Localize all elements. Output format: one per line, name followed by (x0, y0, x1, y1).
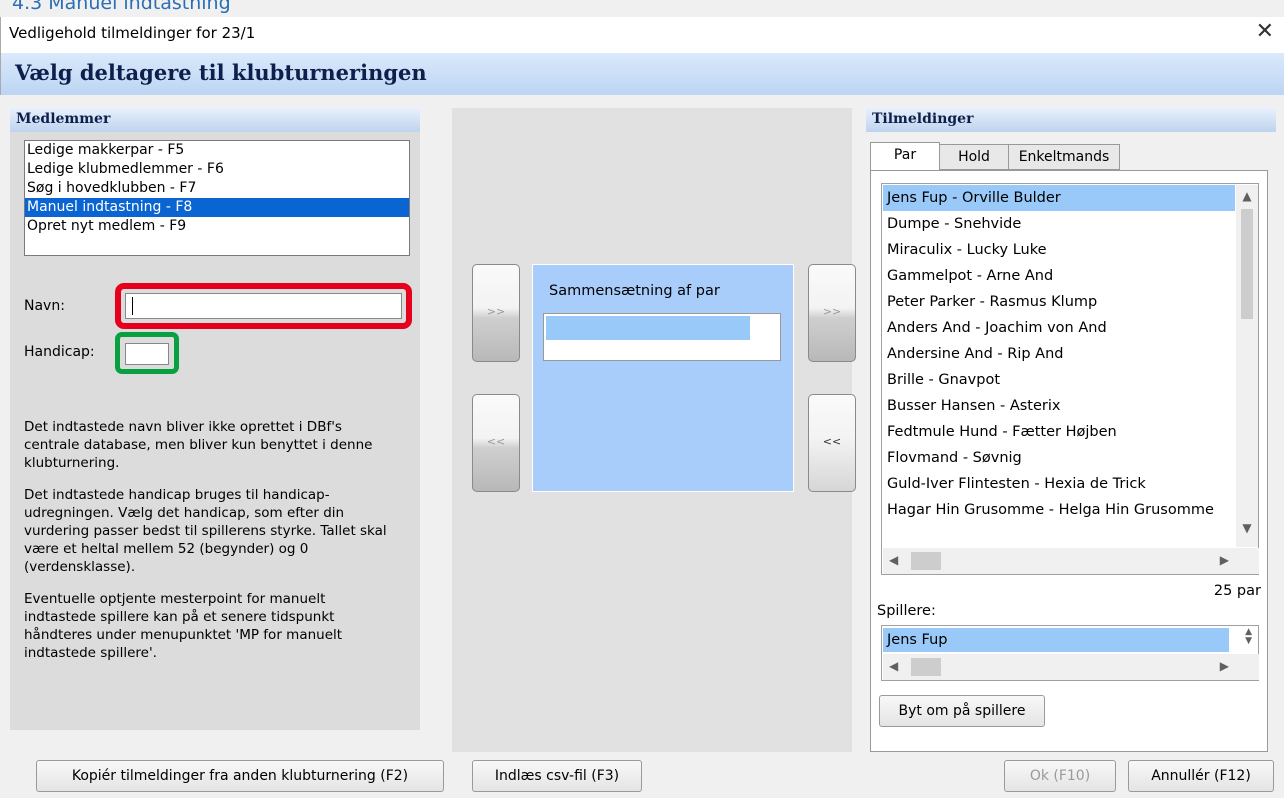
pairs-vscrollbar[interactable]: ▲ ▼ (1236, 185, 1258, 547)
help-text: Det indtastede navn bliver ikke oprettet… (24, 418, 396, 676)
pair-remove-label: << (822, 435, 842, 448)
members-source-item-selected[interactable]: Manuel indtastning - F8 (25, 198, 409, 217)
players-hscroll-thumb[interactable] (911, 658, 941, 676)
pair-composition-box: Sammensætning af par (532, 264, 794, 492)
pair-item[interactable]: Miraculix - Lucky Luke (883, 237, 1235, 263)
pair-item[interactable]: Fedtmule Hund - Fætter Højben (883, 419, 1235, 445)
pair-add-label: >> (822, 305, 842, 318)
handicap-input[interactable] (125, 343, 169, 365)
members-source-item[interactable]: Ledige klubmedlemmer - F6 (25, 160, 409, 179)
players-label: Spillere: (877, 603, 936, 619)
pair-remove-button[interactable]: << (808, 394, 856, 492)
swap-players-button[interactable]: Byt om på spillere (879, 695, 1045, 727)
pair-composition-title: Sammensætning af par (549, 283, 720, 299)
members-source-item[interactable]: Ledige makkerpar - F5 (25, 141, 409, 160)
scroll-down-icon[interactable]: ▼ (1236, 521, 1258, 535)
handicap-label: Handicap: (24, 344, 95, 360)
players-scroll-right-icon[interactable]: ▶ (1220, 659, 1229, 673)
import-csv-button[interactable]: Indlæs csv-fil (F3) (472, 760, 642, 792)
text-cursor (132, 297, 133, 315)
players-spin-icon[interactable]: ▲ ▼ (1245, 628, 1252, 646)
handicap-highlight-frame (115, 332, 179, 374)
members-source-list[interactable]: Ledige makkerpar - F5 Ledige klubmedlemm… (24, 140, 410, 256)
dialog-heading: Vælg deltagere til klubturneringen (15, 60, 427, 85)
scroll-thumb[interactable] (1241, 209, 1253, 319)
pair-item[interactable]: Peter Parker - Rasmus Klump (883, 289, 1235, 315)
close-icon[interactable]: ✕ (1256, 19, 1274, 44)
players-hscrollbar[interactable]: ◀ ▶ (883, 654, 1259, 680)
help-paragraph-masterpoints: Eventuelle optjente mesterpoint for manu… (24, 591, 343, 661)
hscroll-thumb[interactable] (911, 552, 941, 570)
pair-item[interactable]: Anders And - Joachim von And (883, 315, 1235, 341)
registrations-tabs: Par Hold Enkeltmands Jens Fup - Orville … (870, 142, 1268, 752)
members-source-item[interactable]: Opret nyt medlem - F9 (25, 217, 409, 236)
window-titlebar: Vedligehold tilmeldinger for 23/1 ✕ (0, 17, 1284, 53)
tab-enkeltmands[interactable]: Enkeltmands (1008, 144, 1120, 170)
page-crumb: 4.3 Manuel indtastning (12, 0, 231, 14)
ok-button[interactable]: Ok (F10) (1004, 760, 1116, 792)
move-left-button[interactable]: << (472, 394, 520, 492)
tab-hold[interactable]: Hold (939, 144, 1009, 170)
footer-bar: Kopiér tilmeldinger fra anden klubturner… (0, 752, 1284, 798)
scroll-up-icon[interactable]: ▲ (1236, 189, 1258, 203)
pair-item[interactable]: Brille - Gnavpot (883, 367, 1235, 393)
move-right-label: >> (486, 305, 506, 318)
pair-add-button[interactable]: >> (808, 264, 856, 362)
player-item-selected[interactable]: Jens Fup (883, 628, 1229, 652)
move-right-button[interactable]: >> (472, 264, 520, 362)
pair-item[interactable]: Andersine And - Rip And (883, 341, 1235, 367)
help-paragraph-name: Det indtastede navn bliver ikke oprettet… (24, 419, 373, 471)
players-scroll-left-icon[interactable]: ◀ (889, 659, 898, 673)
members-source-item[interactable]: Søg i hovedklubben - F7 (25, 179, 409, 198)
pair-item[interactable]: Guld-Iver Flintesten - Hexia de Trick (883, 471, 1235, 497)
pairs-list-viewport: Jens Fup - Orville Bulder Dumpe - Snehvi… (883, 185, 1235, 545)
registrations-panel: Tilmeldinger Par Hold Enkeltmands Jens F… (866, 108, 1276, 752)
pair-player-slot[interactable] (546, 316, 750, 340)
members-panel: Medlemmer Ledige makkerpar - F5 Ledige k… (10, 108, 420, 730)
pair-count: 25 par (1213, 583, 1261, 599)
copy-registrations-button[interactable]: Kopiér tilmeldinger fra anden klubturner… (36, 760, 444, 792)
move-left-label: << (486, 435, 506, 448)
dialog-header: Vælg deltagere til klubturneringen (0, 53, 1284, 95)
pair-item[interactable]: Hagar Hin Grusomme - Helga Hin Grusomme (883, 497, 1235, 523)
cancel-button[interactable]: Annullér (F12) (1128, 760, 1274, 792)
name-label: Navn: (24, 298, 65, 314)
tab-par[interactable]: Par (870, 142, 940, 172)
name-highlight-frame (115, 283, 412, 329)
window-title: Vedligehold tilmeldinger for 23/1 (9, 24, 256, 42)
pair-item[interactable]: Gammelpot - Arne And (883, 263, 1235, 289)
pairs-hscrollbar[interactable]: ◀ ▶ (883, 548, 1259, 574)
players-list[interactable]: Jens Fup ▲ ▼ ◀ ▶ (881, 625, 1259, 681)
pair-player-list[interactable] (543, 313, 781, 361)
pairing-panel: >> << Sammensætning af par >> << (452, 108, 856, 752)
registrations-section-title: Tilmeldinger (866, 108, 1276, 132)
scroll-left-icon[interactable]: ◀ (889, 553, 898, 567)
players-list-viewport: Jens Fup (883, 628, 1229, 652)
tab-page-par: Jens Fup - Orville Bulder Dumpe - Snehvi… (870, 170, 1268, 752)
pair-item[interactable]: Busser Hansen - Asterix (883, 393, 1235, 419)
pairs-list[interactable]: Jens Fup - Orville Bulder Dumpe - Snehvi… (881, 183, 1259, 575)
help-paragraph-handicap: Det indtastede handicap bruges til handi… (24, 487, 387, 575)
pair-item[interactable]: Dumpe - Snehvide (883, 211, 1235, 237)
name-input[interactable] (125, 293, 402, 319)
pair-item[interactable]: Flovmand - Søvnig (883, 445, 1235, 471)
pair-item-selected[interactable]: Jens Fup - Orville Bulder (883, 185, 1235, 211)
members-section-title: Medlemmer (10, 108, 420, 132)
scroll-right-icon[interactable]: ▶ (1220, 553, 1229, 567)
